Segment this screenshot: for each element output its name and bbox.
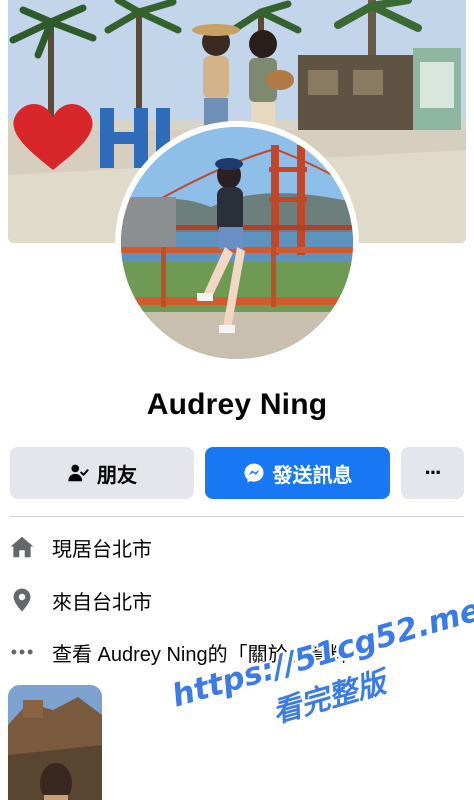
intro-hometown: 來自台北市 — [8, 582, 152, 618]
send-message-button[interactable]: 發送訊息 — [205, 447, 390, 499]
profile-name: Audrey Ning — [146, 388, 328, 421]
see-about-text[interactable]: 查看 Audrey Ning的「關於」資料 — [52, 638, 348, 667]
avatar-photo — [121, 127, 353, 359]
watermark: https://51cg52.me 看完整版 — [168, 592, 474, 785]
profile-page: Audrey Ning 朋友 發送訊息 ··· 現居台北市 來自台北市 查看 A… — [0, 0, 474, 800]
messenger-icon — [243, 462, 265, 484]
divider — [10, 516, 464, 517]
person-check-icon — [67, 462, 89, 484]
location-pin-icon — [8, 586, 36, 614]
send-message-label: 發送訊息 — [272, 464, 353, 487]
friends-button-label: 朋友 — [97, 464, 137, 487]
home-icon — [8, 533, 36, 561]
photo-thumbnail[interactable] — [8, 685, 102, 800]
intro-current-city: 現居台北市 — [8, 529, 152, 565]
more-options-button[interactable]: ··· — [401, 447, 464, 499]
current-city-text: 現居台北市 — [52, 538, 152, 561]
profile-avatar[interactable] — [115, 121, 359, 365]
hometown-text: 來自台北市 — [52, 591, 152, 614]
intro-see-about[interactable]: 查看 Audrey Ning的「關於」資料 — [8, 634, 348, 670]
friends-button[interactable]: 朋友 — [10, 447, 194, 499]
more-dots-icon: ··· — [424, 460, 443, 485]
ellipsis-icon — [8, 638, 36, 666]
